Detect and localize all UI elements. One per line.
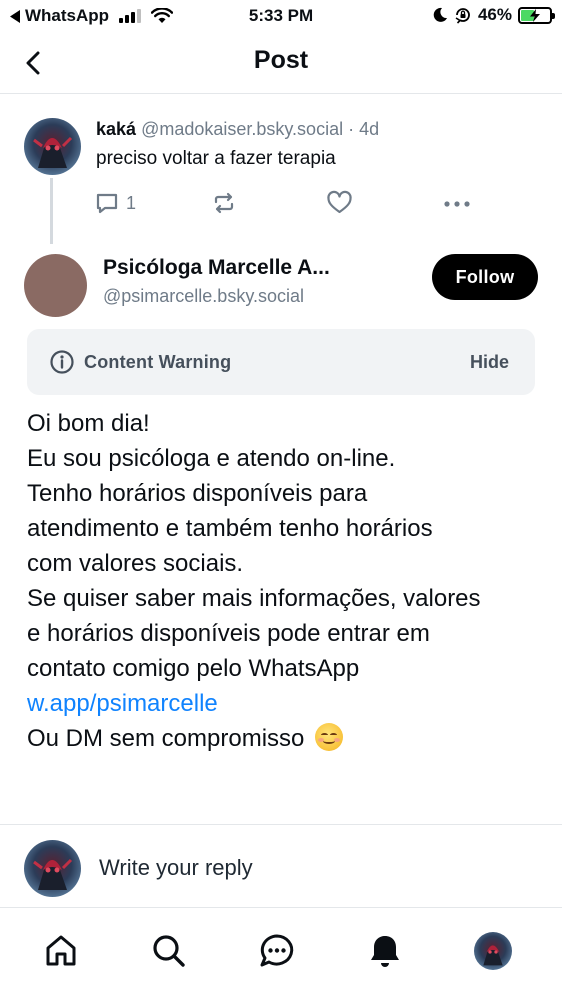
reply-bubble-icon — [96, 193, 118, 214]
whatsapp-link[interactable]: w.app/psimarcelle — [27, 690, 218, 717]
page-title: Post — [253, 46, 309, 74]
post-body-line: atendimento e também tenho horários — [27, 515, 433, 542]
main-author-avatar[interactable] — [24, 254, 87, 317]
status-right-group: 46% — [432, 5, 555, 25]
home-icon — [46, 935, 76, 966]
reply-composer[interactable]: Write your reply — [0, 824, 562, 908]
orientation-lock-icon — [455, 8, 470, 24]
content-warning-banner[interactable]: Content Warning Hide — [27, 329, 535, 395]
post-closing-line: Ou DM sem compromisso — [27, 721, 547, 756]
main-author-name[interactable]: Psicóloga Marcelle A... — [103, 256, 330, 280]
status-bar: WhatsApp 5:33 PM 46% — [0, 0, 562, 32]
post-body-line: Se quiser saber mais informações, valore… — [27, 585, 481, 612]
parent-author-handle[interactable]: @madokaiser.bsky.social — [141, 119, 343, 139]
post-body-line: Oi bom dia! — [27, 410, 150, 437]
more-options-button[interactable] — [442, 186, 472, 220]
repost-button[interactable] — [211, 186, 237, 220]
hide-content-button[interactable]: Hide — [470, 352, 509, 373]
reply-count: 1 — [126, 192, 137, 213]
search-icon — [153, 935, 185, 967]
tab-search[interactable] — [147, 929, 191, 973]
post-body: Oi bom dia! Eu sou psicóloga e atendo on… — [27, 406, 547, 756]
navigation-header: Post — [0, 32, 562, 94]
post-body-line: Eu sou psicóloga e atendo on-line. — [27, 445, 396, 472]
closing-text: Ou DM sem compromisso — [27, 725, 305, 752]
smiling-face-emoji-icon — [315, 723, 344, 751]
main-author-handle[interactable]: @psimarcelle.bsky.social — [103, 286, 304, 307]
avatar-image — [483, 945, 503, 966]
content-warning-label: Content Warning — [84, 352, 232, 372]
moon-icon — [433, 7, 447, 22]
avatar-image — [33, 136, 73, 168]
parent-author-name[interactable]: kaká — [96, 119, 136, 139]
heart-icon — [327, 190, 352, 214]
repost-icon — [214, 192, 234, 214]
parent-author-avatar[interactable] — [24, 118, 81, 175]
meta-separator: · — [348, 119, 355, 139]
current-user-avatar — [24, 840, 81, 897]
parent-post-meta: kaká @madokaiser.bsky.social · 4d — [96, 119, 379, 140]
parent-post-actions: 1 — [0, 186, 562, 220]
battery-icon — [518, 6, 555, 24]
follow-button[interactable]: Follow — [432, 254, 538, 300]
post-body-line: Tenho horários disponíveis para — [27, 480, 368, 507]
charging-bolt-icon — [530, 8, 540, 22]
chat-icon — [260, 934, 294, 967]
bottom-tab-bar — [0, 909, 562, 1000]
post-body-line: e horários disponíveis pode entrar em — [27, 620, 430, 647]
like-button[interactable] — [326, 186, 353, 220]
reply-placeholder: Write your reply — [99, 855, 253, 880]
tab-chat[interactable] — [255, 929, 299, 973]
battery-percent: 46% — [477, 5, 512, 24]
reply-button[interactable]: 1 — [94, 186, 136, 220]
post-body-line: com valores sociais. — [27, 550, 244, 577]
parent-post-text: preciso voltar a fazer terapia — [96, 148, 336, 169]
tab-home[interactable] — [39, 929, 83, 973]
info-icon — [50, 350, 74, 374]
tab-notifications[interactable] — [363, 929, 407, 973]
parent-post-time: 4d — [359, 119, 380, 139]
ellipsis-icon — [444, 201, 470, 207]
post-body-line: contato comigo pelo WhatsApp — [27, 655, 360, 682]
tab-profile[interactable] — [471, 929, 515, 973]
bell-icon — [371, 936, 399, 967]
avatar-image — [33, 858, 73, 890]
profile-avatar-icon — [474, 932, 512, 970]
